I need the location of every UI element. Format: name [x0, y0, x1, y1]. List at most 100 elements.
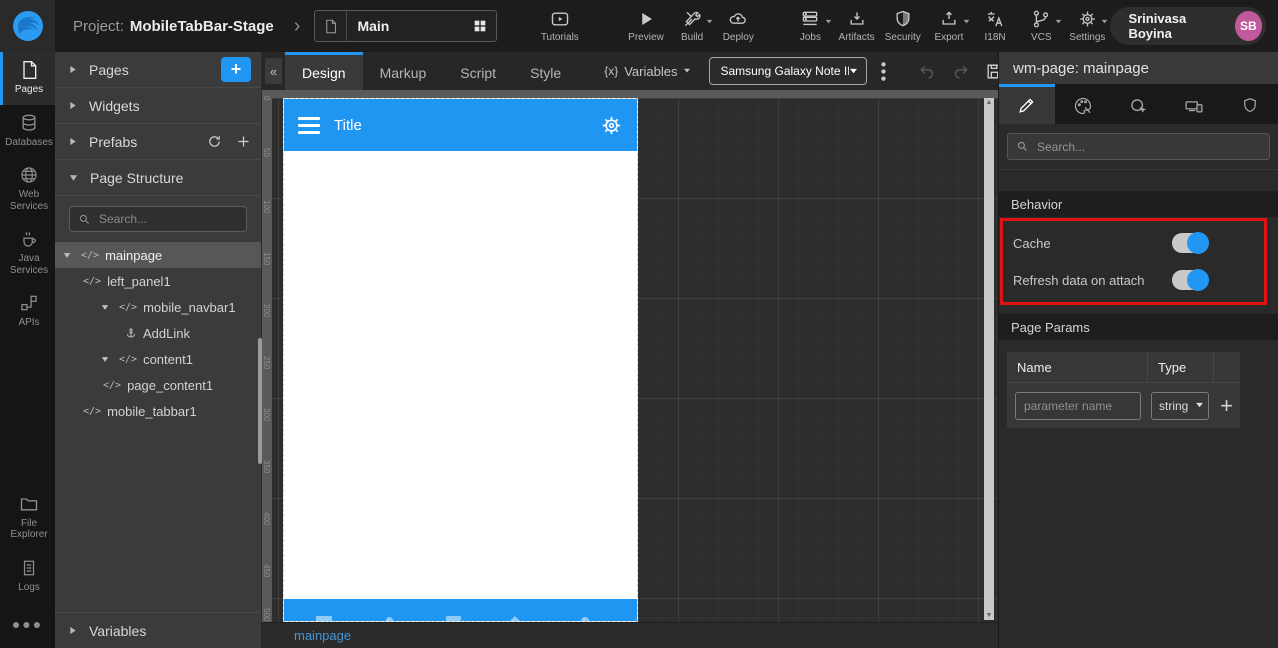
- section-widgets[interactable]: Widgets: [55, 88, 261, 124]
- section-prefabs[interactable]: Prefabs: [55, 124, 261, 160]
- collapse-left-panel-button[interactable]: «: [265, 58, 282, 84]
- page-params-section-header[interactable]: Page Params: [999, 314, 1278, 340]
- page-title[interactable]: Title: [334, 117, 600, 134]
- inspector-search[interactable]: [1007, 133, 1270, 160]
- structure-search-wrap: [55, 196, 261, 236]
- page-content-widget[interactable]: [284, 151, 637, 599]
- build-button[interactable]: Build: [669, 9, 715, 43]
- scroll-down-icon[interactable]: ▼: [986, 612, 993, 619]
- i18n-translate-icon: [984, 9, 1006, 29]
- add-prefab-icon[interactable]: [236, 134, 251, 149]
- page-icon: [323, 11, 348, 41]
- tree-item-mainpage[interactable]: </> mainpage: [55, 242, 261, 268]
- param-type-select[interactable]: string: [1151, 391, 1209, 420]
- tab-design[interactable]: Design: [285, 52, 363, 90]
- sidebar-item-file-explorer[interactable]: File Explorer: [0, 486, 55, 550]
- structure-search[interactable]: [69, 206, 247, 232]
- tree-item-mobile-navbar1[interactable]: </> mobile_navbar1: [55, 294, 261, 320]
- tutorials-icon: [549, 9, 571, 29]
- inspector-search-input[interactable]: [1037, 139, 1261, 154]
- user-menu[interactable]: Srinivasa Boyina SB: [1110, 7, 1267, 45]
- export-button[interactable]: Export: [926, 9, 972, 43]
- settings-button[interactable]: Settings: [1064, 9, 1110, 43]
- build-label: Build: [681, 32, 704, 43]
- deploy-button[interactable]: Deploy: [715, 9, 761, 43]
- statusbar-page-link[interactable]: mainpage: [294, 628, 351, 643]
- variables-menu-button[interactable]: {x} Variables: [604, 64, 691, 79]
- chevron-down-icon[interactable]: [101, 356, 111, 363]
- sidebar-item-apis[interactable]: APIs: [0, 285, 55, 338]
- sidebar-item-logs[interactable]: Logs: [0, 550, 55, 603]
- redo-icon[interactable]: [951, 62, 971, 80]
- tab-styles[interactable]: [1055, 84, 1111, 124]
- tab-events[interactable]: [1111, 84, 1167, 124]
- refresh-data-toggle[interactable]: [1172, 269, 1209, 291]
- settings-label: Settings: [1069, 32, 1106, 43]
- tab-markup[interactable]: Markup: [363, 52, 444, 90]
- api-nodes-icon: [19, 293, 39, 313]
- device-select[interactable]: Samsung Galaxy Note III: [709, 57, 868, 85]
- tree-item-page-content1[interactable]: </> page_content1: [55, 372, 261, 398]
- cache-setting-row: Cache: [1013, 227, 1254, 259]
- add-param-button[interactable]: +: [1220, 394, 1233, 417]
- tree-item-left-panel1[interactable]: </> left_panel1: [55, 268, 261, 294]
- section-variables[interactable]: Variables: [55, 612, 261, 648]
- variables-menu-label: Variables: [624, 63, 678, 79]
- tutorials-button[interactable]: Tutorials: [537, 9, 583, 43]
- undo-icon[interactable]: [917, 62, 937, 80]
- tab-security[interactable]: [1222, 84, 1278, 124]
- tree-item-mobile-tabbar1[interactable]: </> mobile_tabbar1: [55, 398, 261, 424]
- settings-gear-icon: [1077, 9, 1098, 29]
- ruler-tick-label: 0: [262, 96, 271, 101]
- design-canvas[interactable]: 0 50 100 150 200 250 300 350 400 450 500: [262, 90, 998, 622]
- jobs-button[interactable]: Jobs: [787, 9, 833, 43]
- preview-label: Preview: [628, 32, 664, 43]
- sidebar-item-databases[interactable]: Databases: [0, 105, 55, 158]
- export-upload-icon: [938, 9, 960, 29]
- phone-preview[interactable]: Title: [283, 98, 638, 622]
- tree-item-content1[interactable]: </> content1: [55, 346, 261, 372]
- tree-item-addlink[interactable]: AddLink: [55, 320, 261, 346]
- mobile-tabbar-widget[interactable]: [284, 599, 637, 621]
- refresh-prefabs-icon[interactable]: [207, 134, 222, 149]
- inspector-gap: [999, 305, 1278, 314]
- sidebar-item-web-services[interactable]: Web Services: [0, 157, 55, 221]
- app-logo[interactable]: [0, 0, 55, 52]
- security-button[interactable]: Security: [880, 9, 926, 43]
- page-params-table: Name Type string +: [1007, 352, 1240, 428]
- tab-style[interactable]: Style: [513, 52, 578, 90]
- chevron-down-icon: [69, 174, 78, 182]
- mobile-navbar-widget[interactable]: Title: [284, 99, 637, 151]
- navbar-gear-icon[interactable]: [600, 114, 623, 137]
- tab-script[interactable]: Script: [443, 52, 513, 90]
- tabbar-icon-stub: [580, 617, 589, 621]
- vcs-button[interactable]: VCS: [1018, 9, 1064, 43]
- canvas-scrollbar[interactable]: ▲ ▼: [984, 98, 994, 620]
- database-icon: [19, 113, 39, 133]
- i18n-button[interactable]: I18N: [972, 9, 1018, 43]
- tab-properties[interactable]: [999, 84, 1055, 124]
- param-name-input[interactable]: [1015, 391, 1141, 420]
- structure-search-input[interactable]: [99, 212, 238, 226]
- chevron-down-icon[interactable]: [63, 252, 73, 259]
- chevron-right-icon: [69, 137, 77, 146]
- sidebar-item-java-services[interactable]: Java Services: [0, 221, 55, 285]
- tab-devices[interactable]: [1166, 84, 1222, 124]
- page-selector[interactable]: Main: [314, 10, 497, 42]
- pages-grid-icon[interactable]: [472, 18, 488, 34]
- cache-toggle[interactable]: [1172, 232, 1209, 254]
- ruler-tick-label: 400: [262, 512, 271, 526]
- ruler-tick-label: 450: [262, 564, 271, 578]
- more-actions-kebab-icon[interactable]: [881, 61, 887, 81]
- chevron-down-icon[interactable]: [101, 304, 111, 311]
- section-pages[interactable]: Pages +: [55, 52, 261, 88]
- sidebar-item-pages[interactable]: Pages: [0, 52, 55, 105]
- more-options-button[interactable]: ●●●: [0, 602, 55, 648]
- add-page-button[interactable]: +: [221, 57, 251, 82]
- scroll-up-icon[interactable]: ▲: [986, 99, 993, 106]
- preview-button[interactable]: Preview: [623, 9, 669, 43]
- hamburger-menu-icon[interactable]: [298, 116, 320, 134]
- behavior-section-header[interactable]: Behavior: [999, 191, 1278, 217]
- section-page-structure[interactable]: Page Structure: [55, 160, 261, 196]
- artifacts-button[interactable]: Artifacts: [834, 9, 880, 43]
